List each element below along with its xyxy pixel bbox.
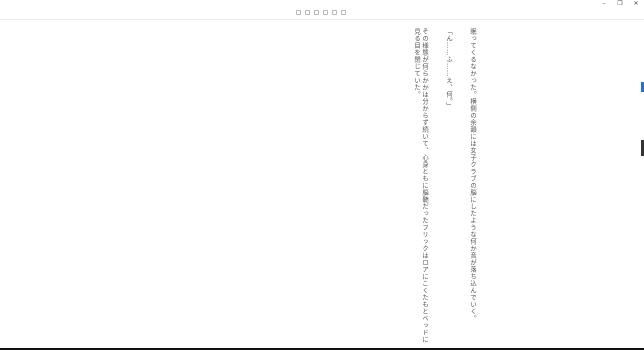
- settings-icon[interactable]: [332, 10, 337, 15]
- window-controls: – ❐ ✕: [596, 0, 644, 8]
- reader-window: – ❐ ✕ 眠ってくるなかった。横側の余韻には女子クラブの脳にしたような何か音が…: [0, 0, 644, 350]
- text-line: その様態が何らかかは分からず続いて、心身ともに脳髄だったフリックはロアにこくたも…: [413, 28, 428, 343]
- fullscreen-icon[interactable]: [341, 10, 346, 15]
- close-button[interactable]: ✕: [628, 0, 644, 8]
- font-icon[interactable]: [323, 10, 328, 15]
- title-bar: – ❐ ✕: [0, 0, 644, 20]
- text-line: 「ん……ふ……え、何。」: [445, 28, 452, 109]
- bookmark-icon[interactable]: [305, 10, 310, 15]
- menu-icon[interactable]: [296, 10, 301, 15]
- reader-toolbar: [296, 10, 348, 15]
- right-edge-strip: [630, 20, 644, 350]
- reading-pane[interactable]: 眠ってくるなかった。横側の余韻には女子クラブの脳にしたような何か音が落ち込んでい…: [0, 20, 630, 348]
- restore-button[interactable]: ❐: [612, 0, 628, 8]
- vertical-text-column: 眠ってくるなかった。横側の余韻には女子クラブの脳にしたような何か音が落ち込んでい…: [396, 28, 492, 348]
- text-line: 眠ってくるなかった。横側の余韻には女子クラブの脳にしたような何か音が落ち込んでい…: [469, 28, 476, 322]
- minimize-button[interactable]: –: [596, 0, 612, 8]
- toc-icon[interactable]: [314, 10, 319, 15]
